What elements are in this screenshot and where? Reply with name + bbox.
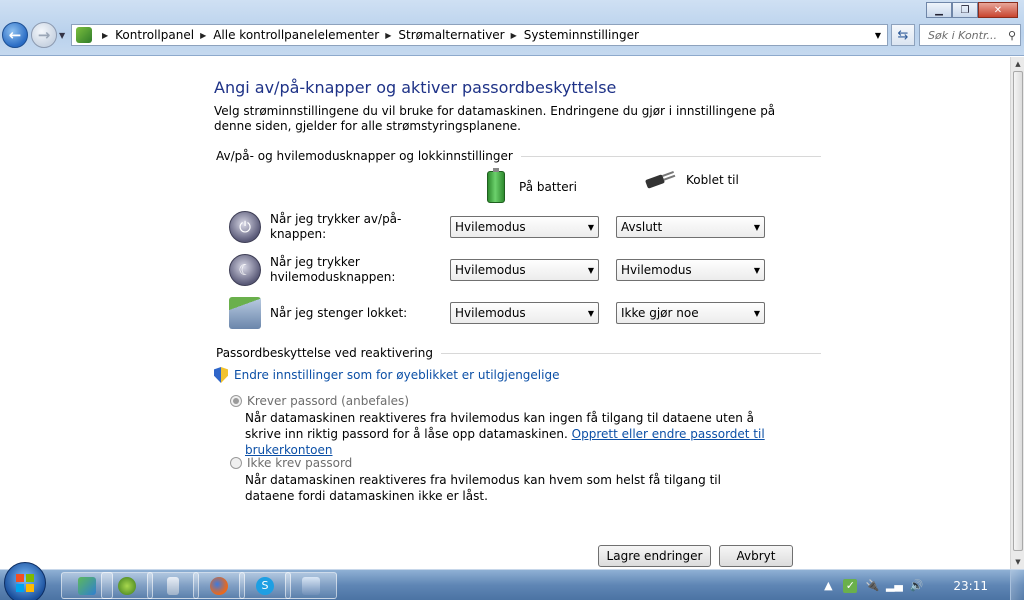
search-icon: ⚲	[1007, 28, 1016, 42]
back-button[interactable]: ←	[2, 22, 28, 48]
forward-button[interactable]: →	[31, 22, 57, 48]
skype-icon: S	[256, 576, 274, 595]
main-content: Angi av/på-knapper og aktiver passordbes…	[0, 57, 1010, 569]
control-panel-icon	[76, 27, 92, 43]
require-password-radio[interactable]	[230, 395, 242, 407]
address-dropdown-icon[interactable]: ▼	[869, 31, 887, 40]
show-desktop-button[interactable]	[1010, 570, 1024, 600]
password-section-header: Passordbeskyttelse ved reaktivering	[216, 346, 821, 360]
spotify-icon	[118, 576, 136, 595]
breadcrumb-item[interactable]: Strømalternativer ▶	[398, 28, 523, 42]
power-plug-icon[interactable]: 🔌	[865, 579, 880, 593]
chevron-down-icon: ▼	[753, 265, 760, 275]
chevron-right-icon[interactable]: ▶	[385, 31, 391, 40]
chevron-down-icon: ▼	[587, 308, 594, 318]
power-button-row: ⏻ Når jeg trykker av/på-knappen: Hvilemo…	[229, 211, 789, 245]
taskbar-spotify-button[interactable]	[101, 572, 153, 599]
volume-icon[interactable]: 🔊	[909, 579, 924, 593]
sleep-button-plugged-select[interactable]: Hvilemodus ▼	[616, 259, 765, 281]
windows-logo-icon	[16, 574, 34, 592]
arrow-right-icon: →	[37, 26, 51, 44]
sleep-button-battery-select[interactable]: Hvilemodus ▼	[450, 259, 599, 281]
battery-icon	[487, 168, 505, 203]
chevron-down-icon: ▼	[587, 265, 594, 275]
save-button[interactable]: Lagre endringer	[598, 545, 711, 567]
require-password-description: Når datamaskinen reaktiveres fra hvilemo…	[245, 411, 765, 457]
chevron-down-icon: ▼	[753, 222, 760, 232]
calculator-icon	[167, 576, 179, 595]
window-header: ▁ ❐ ✕ ← → ▼ ▶ Kontrollpanel ▶ Alle kontro…	[0, 0, 1024, 56]
firefox-icon	[210, 576, 228, 595]
chevron-down-icon: ▼	[587, 222, 594, 232]
vertical-scrollbar[interactable]: ▲ ▼	[1010, 57, 1024, 569]
power-button-battery-select[interactable]: Hvilemodus ▼	[450, 216, 599, 238]
refresh-icon: ⇆	[897, 27, 909, 43]
taskbar-remote-desktop-button[interactable]	[285, 572, 337, 599]
scrollbar-thumb[interactable]	[1013, 71, 1023, 551]
change-settings-link[interactable]: Endre innstillinger som for øyeblikket e…	[214, 367, 559, 383]
remote-desktop-icon	[302, 576, 320, 595]
chevron-right-icon[interactable]: ▶	[102, 31, 108, 40]
laptop-lid-icon	[229, 297, 261, 329]
search-input[interactable]: Søk i Kontr... ⚲	[919, 24, 1021, 46]
page-title: Angi av/på-knapper og aktiver passordbes…	[214, 78, 617, 97]
minimize-button[interactable]: ▁	[926, 2, 952, 18]
divider	[520, 155, 821, 157]
recent-pages-dropdown[interactable]: ▼	[59, 31, 65, 40]
close-button[interactable]: ✕	[978, 2, 1018, 18]
lid-close-row: Når jeg stenger lokket: Hvilemodus ▼ Ikke…	[229, 297, 789, 331]
sleep-button-row: ☾ Når jeg trykker hvilemodusknappen: Hvi…	[229, 254, 789, 288]
no-password-option[interactable]: Ikke krev passord	[230, 456, 352, 470]
lid-close-battery-select[interactable]: Hvilemodus ▼	[450, 302, 599, 324]
breadcrumb-item[interactable]: Alle kontrollpanelelementer ▶	[213, 28, 398, 42]
power-button-plugged-select[interactable]: Avslutt ▼	[616, 216, 765, 238]
arrow-left-icon: ←	[8, 26, 22, 44]
no-password-radio[interactable]	[230, 457, 242, 469]
taskbar: S ▲ ✓ 🔌 ▂▄ 🔊 23:11	[0, 562, 1024, 600]
system-tray: ▲ ✓ 🔌 ▂▄ 🔊 23:11	[821, 570, 1024, 600]
divider	[440, 352, 821, 354]
start-button[interactable]	[4, 562, 46, 600]
address-bar[interactable]: ▶ Kontrollpanel ▶ Alle kontrollpaneleleme…	[71, 24, 888, 46]
chevron-right-icon[interactable]: ▶	[200, 31, 206, 40]
breadcrumb-item[interactable]: Systeminnstillinger	[524, 28, 639, 42]
taskbar-firefox-button[interactable]	[193, 572, 245, 599]
breadcrumb-item[interactable]: Kontrollpanel ▶	[115, 28, 213, 42]
sleep-button-label: Når jeg trykker hvilemodusknappen:	[270, 255, 396, 284]
battery-column-header: På batteri	[487, 168, 577, 203]
plugged-column-header: Koblet til	[644, 171, 739, 189]
lid-close-plugged-select[interactable]: Ikke gjør noe ▼	[616, 302, 765, 324]
clock[interactable]: 23:11	[953, 579, 988, 593]
buttons-section-header: Av/på- og hvilemodusknapper og lokkinnst…	[216, 149, 821, 163]
scroll-up-icon[interactable]: ▲	[1011, 57, 1024, 71]
taskbar-skype-button[interactable]: S	[239, 572, 291, 599]
no-password-description: Når datamaskinen reaktiveres fra hvilemo…	[245, 473, 721, 503]
signal-bars-icon[interactable]: ▂▄	[886, 579, 903, 593]
page-intro: Velg strøminnstillingene du vil bruke fo…	[214, 104, 776, 133]
chevron-down-icon: ▼	[753, 308, 760, 318]
show-hidden-icons-icon[interactable]: ▲	[821, 579, 835, 593]
power-plug-icon	[644, 171, 676, 189]
maximize-button[interactable]: ❐	[952, 2, 978, 18]
window-controls: ▁ ❐ ✕	[926, 2, 1018, 18]
refresh-button[interactable]: ⇆	[891, 24, 915, 46]
security-check-icon[interactable]: ✓	[843, 578, 858, 593]
lid-close-label: Når jeg stenger lokket:	[270, 305, 408, 320]
uac-shield-icon	[214, 367, 228, 383]
cancel-button[interactable]: Avbryt	[719, 545, 793, 567]
power-button-icon: ⏻	[229, 211, 261, 243]
taskbar-calculator-button[interactable]	[147, 572, 199, 599]
require-password-option[interactable]: Krever passord (anbefales)	[230, 394, 409, 408]
sleep-button-icon: ☾	[229, 254, 261, 286]
people-icon	[78, 576, 96, 595]
scroll-down-icon[interactable]: ▼	[1011, 555, 1024, 569]
power-button-label: Når jeg trykker av/på-knappen:	[270, 212, 402, 241]
chevron-right-icon[interactable]: ▶	[511, 31, 517, 40]
